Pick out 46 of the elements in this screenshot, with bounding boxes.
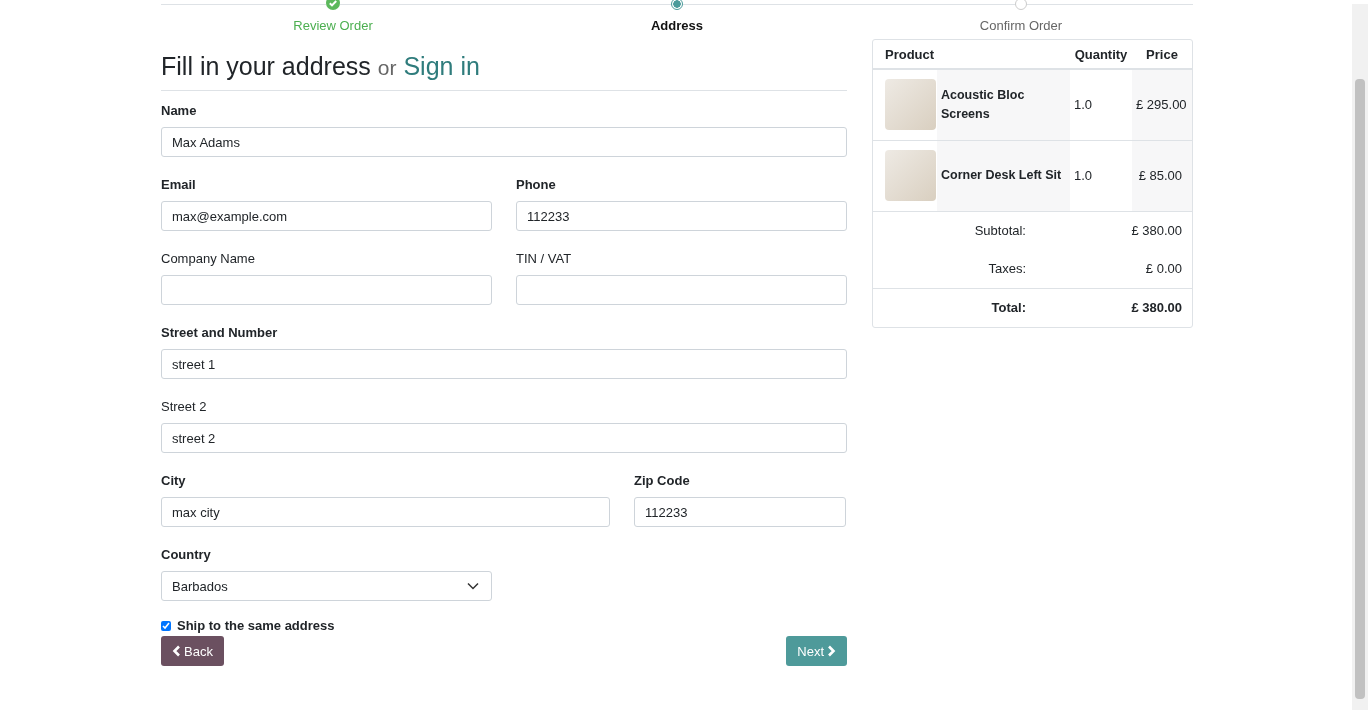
total-value: £ 0.00 bbox=[1144, 261, 1183, 276]
field-label: Street and Number bbox=[161, 325, 279, 341]
chevron-left-icon bbox=[172, 645, 181, 657]
text-field[interactable]: street 1 bbox=[161, 349, 847, 379]
column-header: Quantity bbox=[1070, 40, 1132, 69]
step-label: Review Order bbox=[293, 18, 373, 33]
text-field[interactable] bbox=[516, 275, 847, 305]
scrollbar[interactable] bbox=[1352, 4, 1368, 710]
sign-in-link[interactable]: Sign in bbox=[403, 52, 480, 80]
total-label: Total: bbox=[990, 300, 1026, 315]
field-label: Country bbox=[161, 547, 212, 563]
field-label: Street 2 bbox=[161, 399, 208, 415]
country-select[interactable]: Barbados bbox=[161, 571, 492, 601]
text-field[interactable] bbox=[161, 275, 492, 305]
checkbox-label: Ship to the same address bbox=[177, 618, 335, 633]
total-value: £ 380.00 bbox=[1130, 223, 1183, 238]
text-field[interactable]: 112233 bbox=[634, 497, 846, 527]
field-label: Name bbox=[161, 103, 198, 119]
field-label: City bbox=[161, 473, 187, 489]
total-label: Subtotal: bbox=[973, 223, 1026, 238]
price-cell: £ 295.00 bbox=[1132, 69, 1192, 140]
text-field[interactable]: max@example.com bbox=[161, 201, 492, 231]
or-text: or bbox=[377, 56, 397, 79]
text-field[interactable]: 112233 bbox=[516, 201, 847, 231]
field-label: TIN / VAT bbox=[516, 251, 573, 267]
product-image-placeholder bbox=[885, 79, 936, 131]
field-label: Company Name bbox=[161, 251, 256, 267]
field-label: Email bbox=[161, 177, 197, 193]
field-label: Zip Code bbox=[634, 473, 691, 489]
total-value: £ 380.00 bbox=[1130, 300, 1183, 315]
chevron-right-icon bbox=[827, 645, 836, 657]
step-label: Confirm Order bbox=[979, 18, 1063, 33]
field-label: Phone bbox=[516, 177, 557, 193]
price-cell: £ 85.00 bbox=[1132, 140, 1192, 211]
checkbox[interactable] bbox=[161, 620, 171, 631]
text-field[interactable]: Max Adams bbox=[161, 127, 847, 157]
product-name: Acoustic Bloc Screens bbox=[937, 69, 1070, 140]
product-name: Corner Desk Left Sit bbox=[937, 140, 1070, 211]
page-heading: Fill in your address bbox=[161, 52, 371, 80]
step-label: Address bbox=[651, 18, 703, 33]
text-field[interactable]: street 2 bbox=[161, 423, 847, 453]
product-image-placeholder bbox=[885, 150, 936, 201]
chevron-down-icon bbox=[467, 582, 479, 590]
total-label: Taxes: bbox=[987, 261, 1026, 276]
back-button[interactable]: Back bbox=[161, 636, 224, 666]
text-field[interactable]: max city bbox=[161, 497, 610, 527]
